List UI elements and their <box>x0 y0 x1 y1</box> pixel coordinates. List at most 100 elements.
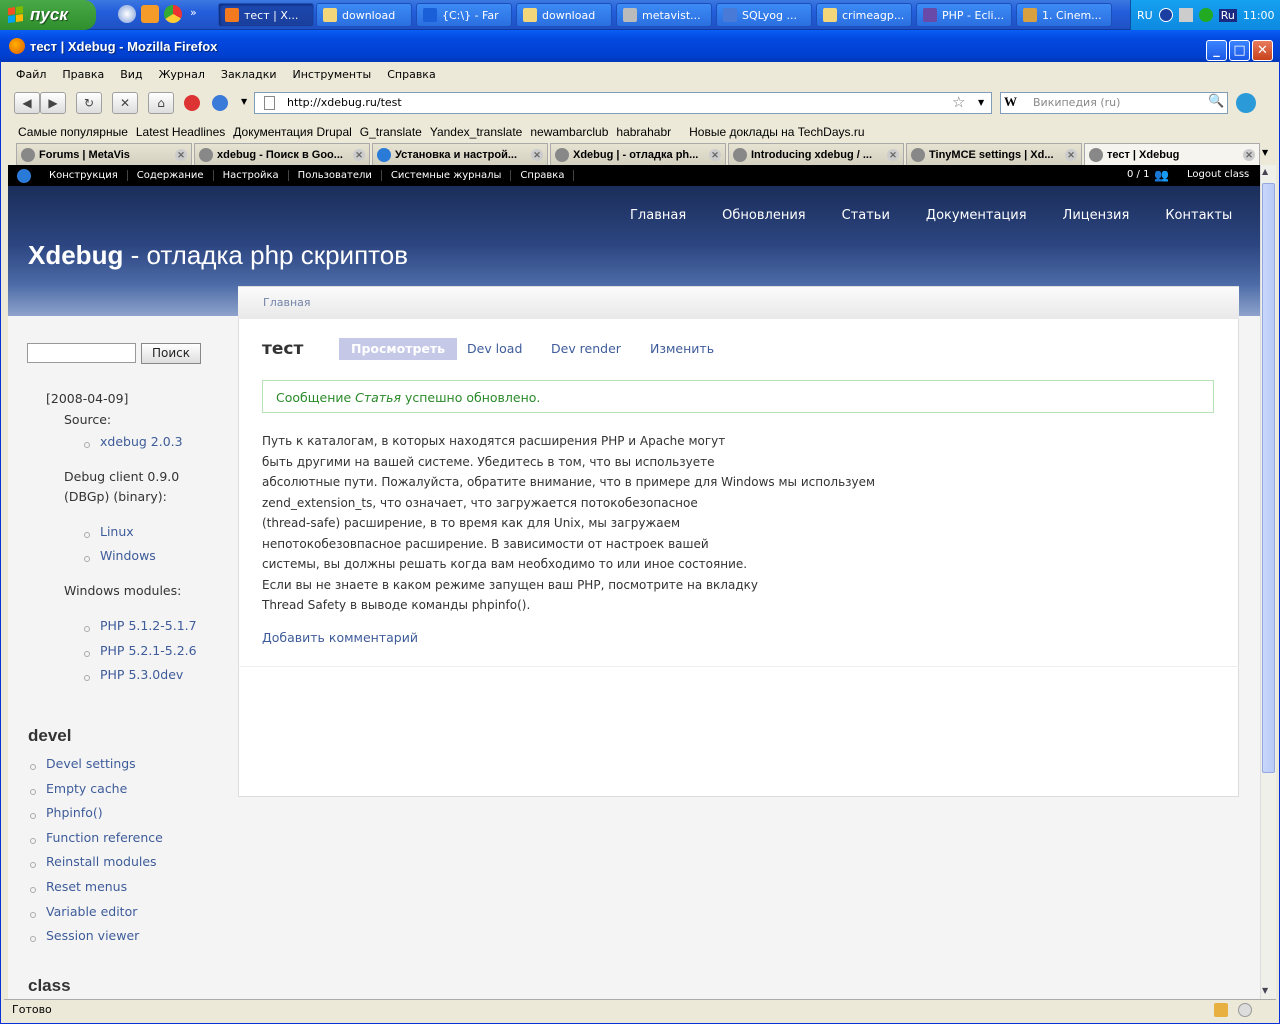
primary-link[interactable]: Статьи <box>842 208 890 223</box>
admin-menu-item[interactable]: Конструкция <box>40 170 128 181</box>
bookmark-item[interactable]: newambarclub <box>530 125 608 139</box>
scroll-down-icon[interactable]: ▼ <box>1262 986 1268 995</box>
addon-icon[interactable] <box>184 95 200 111</box>
tab-close-icon[interactable]: ✕ <box>175 148 187 161</box>
admin-menu-item[interactable]: Пользователи <box>289 170 382 181</box>
taskbar-button[interactable]: PHP - Ecli... <box>916 3 1012 27</box>
local-tab[interactable]: Изменить <box>638 338 726 360</box>
sidebar-link[interactable]: Reset menus <box>46 879 127 894</box>
tray-app-icon[interactable] <box>1178 8 1193 22</box>
menu-item[interactable]: Правка <box>62 68 104 81</box>
sidebar-link[interactable]: Reinstall modules <box>46 854 157 869</box>
bookmark-item[interactable]: Latest Headlines <box>136 125 225 139</box>
taskbar-button[interactable]: crimeagp... <box>816 3 912 27</box>
tab-close-icon[interactable]: ✕ <box>709 148 721 161</box>
menu-item[interactable]: Файл <box>16 68 46 81</box>
wikipedia-icon[interactable]: W <box>1004 94 1017 110</box>
browser-tab[interactable]: Xdebug | - отладка ph... ✕ <box>550 143 726 165</box>
local-tab[interactable]: Dev render <box>539 338 633 360</box>
primary-link[interactable]: Контакты <box>1165 208 1232 223</box>
url-dropdown-icon[interactable]: ▼ <box>978 98 984 107</box>
site-name[interactable]: Xdebug - отладка php скриптов <box>28 240 408 271</box>
taskbar-button[interactable]: download <box>316 3 412 27</box>
menu-item[interactable]: Инструменты <box>293 68 372 81</box>
sidebar-link[interactable]: Function reference <box>46 830 163 845</box>
sidebar-search-button[interactable]: Поиск <box>141 343 201 364</box>
admin-menu-item[interactable]: Настройка <box>214 170 289 181</box>
taskbar-button[interactable]: 1. Cinem... <box>1016 3 1112 27</box>
browser-tab[interactable]: Forums | MetaVis ✕ <box>16 143 192 165</box>
start-button[interactable]: пуск <box>0 0 96 30</box>
close-button[interactable]: ✕ <box>1252 40 1273 61</box>
taskbar-button[interactable]: тест | X... <box>218 3 314 27</box>
sidebar-search-input[interactable] <box>27 343 136 363</box>
admin-menu-item[interactable]: Системные журналы <box>382 170 512 181</box>
menu-item[interactable]: Журнал <box>159 68 205 81</box>
lang-indicator[interactable]: RU <box>1137 9 1153 22</box>
taskbar-button[interactable]: SQLyog ... <box>716 3 812 27</box>
bookmark-item[interactable]: Самые популярные <box>18 125 128 139</box>
primary-link[interactable]: Обновления <box>722 208 805 223</box>
sidebar-link[interactable]: PHP 5.3.0dev <box>100 667 183 682</box>
tab-close-icon[interactable]: ✕ <box>531 148 543 161</box>
sidebar-link[interactable]: Empty cache <box>46 781 127 796</box>
sidebar-link[interactable]: PHP 5.1.2-5.1.7 <box>100 618 197 633</box>
bookmark-star-icon[interactable]: ☆ <box>952 93 965 111</box>
breadcrumb-link[interactable]: Главная <box>263 296 311 309</box>
primary-link[interactable]: Лицензия <box>1063 208 1130 223</box>
browser-tab[interactable]: xdebug - Поиск в Goo... ✕ <box>194 143 370 165</box>
lang-indicator-2[interactable]: Ru <box>1218 8 1237 22</box>
menu-item[interactable]: Справка <box>387 68 435 81</box>
admin-menu-item[interactable]: Справка <box>511 170 575 181</box>
tab-close-icon[interactable]: ✕ <box>887 148 899 161</box>
chrome-icon[interactable] <box>164 5 182 23</box>
back-button[interactable]: ◀ <box>14 92 40 114</box>
sidebar-link[interactable]: PHP 5.2.1-5.2.6 <box>100 643 197 658</box>
primary-link[interactable]: Документация <box>926 208 1027 223</box>
addon-icon[interactable] <box>212 95 228 111</box>
drupal-icon[interactable] <box>17 168 31 183</box>
bookmark-item[interactable]: G_translate <box>360 125 422 139</box>
bookmark-item[interactable]: Документация Drupal <box>233 125 352 139</box>
bookmark-item[interactable]: Новые доклады на TechDays.ru <box>689 125 864 139</box>
sidebar-link[interactable]: Linux <box>100 524 134 539</box>
history-dropdown-icon[interactable]: ▼ <box>241 97 247 106</box>
quicklaunch-icon[interactable] <box>141 5 159 23</box>
tab-close-icon[interactable]: ✕ <box>1243 148 1255 161</box>
taskbar-button[interactable]: download <box>516 3 612 27</box>
logout-link[interactable]: Logout class <box>1187 169 1249 180</box>
quicklaunch-more-icon[interactable]: » <box>190 6 197 19</box>
sidebar-link[interactable]: Phpinfo() <box>46 805 103 820</box>
home-button[interactable]: ⌂ <box>148 92 174 114</box>
reload-button[interactable]: ↻ <box>76 92 102 114</box>
search-box[interactable]: Википедия (ru) <box>1000 92 1228 114</box>
addon-icon[interactable] <box>1236 93 1256 113</box>
tab-close-icon[interactable]: ✕ <box>1065 148 1077 161</box>
forward-button[interactable]: ▶ <box>40 92 66 114</box>
status-addon-icon[interactable] <box>1214 1003 1228 1017</box>
scroll-up-icon[interactable]: ▲ <box>1262 167 1268 176</box>
sidebar-link[interactable]: Windows <box>100 548 156 563</box>
browser-tab[interactable]: TinyMCE settings | Xd... ✕ <box>906 143 1082 165</box>
admin-menu-item[interactable]: Содержание <box>128 170 214 181</box>
local-tab[interactable]: Просмотреть <box>339 338 458 360</box>
sidebar-link[interactable]: Session viewer <box>46 928 139 943</box>
menu-item[interactable]: Вид <box>120 68 142 81</box>
add-comment-link[interactable]: Добавить комментарий <box>262 630 418 645</box>
browser-tab[interactable]: Установка и настрой... ✕ <box>372 143 548 165</box>
local-tab[interactable]: Dev load <box>455 338 534 360</box>
maximize-button[interactable]: □ <box>1229 40 1250 61</box>
tab-list-icon[interactable]: ▼ <box>1262 148 1268 157</box>
quicklaunch-icon[interactable] <box>118 5 136 23</box>
taskbar-button[interactable]: metavist... <box>616 3 712 27</box>
tray-arrow-icon[interactable] <box>1158 8 1173 22</box>
menu-item[interactable]: Закладки <box>221 68 277 81</box>
browser-tab[interactable]: Introducing xdebug / ... ✕ <box>728 143 904 165</box>
tab-close-icon[interactable]: ✕ <box>353 148 365 161</box>
minimize-button[interactable]: _ <box>1206 40 1227 61</box>
bookmark-item[interactable]: habrahabr <box>616 125 671 139</box>
scrollbar-thumb[interactable] <box>1262 183 1275 773</box>
bookmark-item[interactable]: Yandex_translate <box>430 125 523 139</box>
url-bar[interactable]: http://xdebug.ru/test <box>254 92 992 114</box>
primary-link[interactable]: Главная <box>630 208 686 223</box>
